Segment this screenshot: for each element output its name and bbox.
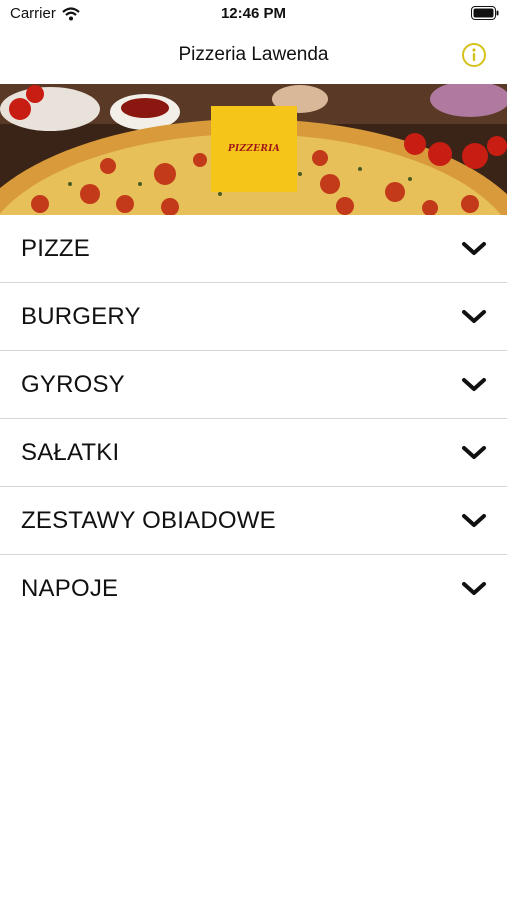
category-label: ZESTAWY OBIADOWE (21, 507, 276, 534)
category-label: NAPOJE (21, 575, 119, 602)
category-napoje[interactable]: NAPOJE (0, 555, 507, 622)
category-label: SAŁATKI (21, 439, 120, 466)
category-label: PIZZE (21, 235, 91, 262)
logo-wordmark: PIZZERIA (227, 144, 281, 154)
category-burgery[interactable]: BURGERY (0, 283, 507, 351)
battery-icon (471, 6, 499, 20)
chevron-down-icon (462, 378, 486, 391)
category-label: BURGERY (21, 303, 141, 330)
chevron-down-icon (462, 582, 486, 595)
chevron-down-icon (462, 446, 486, 459)
restaurant-logo: PIZZERIA (211, 106, 297, 192)
category-pizze[interactable]: PIZZE (0, 215, 507, 283)
chevron-down-icon (462, 242, 486, 255)
category-label: GYROSY (21, 371, 125, 398)
chevron-down-icon (462, 514, 486, 527)
navigation-bar: Pizzeria Lawenda (0, 28, 507, 84)
page-title: Pizzeria Lawenda (178, 44, 329, 65)
header-banner: PIZZERIA (0, 84, 507, 215)
chevron-down-icon (462, 310, 486, 323)
category-zestawy-obiadowe[interactable]: ZESTAWY OBIADOWE (0, 487, 507, 555)
category-salatki[interactable]: SAŁATKI (0, 419, 507, 487)
status-bar: Carrier 12:46 PM (0, 0, 507, 28)
info-icon[interactable] (461, 42, 487, 68)
category-gyrosy[interactable]: GYROSY (0, 351, 507, 419)
clock: 12:46 PM (220, 5, 287, 22)
category-list: PIZZE BURGERY GYROSY SAŁATKI ZESTAWY OBI… (0, 215, 507, 622)
